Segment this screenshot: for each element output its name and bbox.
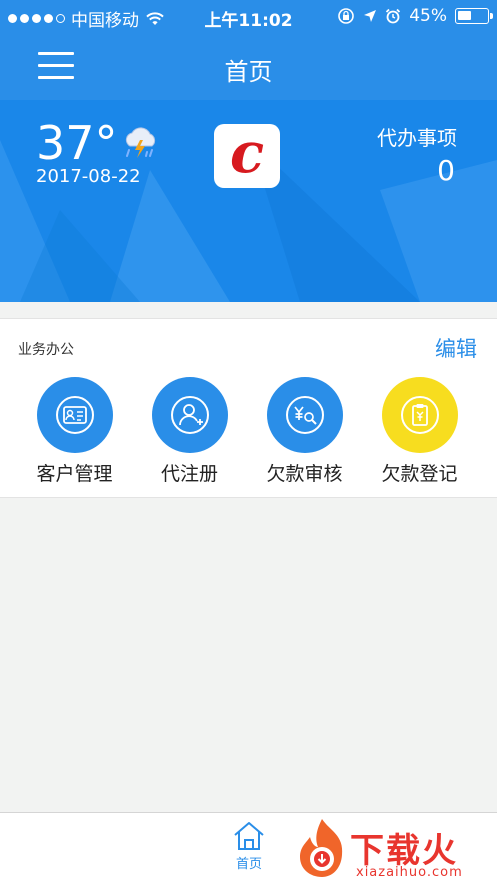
office-section: 业务办公 编辑 客户管理 代注册 欠款审核 欠款登记 <box>0 318 497 498</box>
watermark: 下载火 xiazaihuo.com <box>292 817 497 883</box>
office-item-debt-register[interactable]: 欠款登记 <box>362 377 477 486</box>
lock-rotation-icon <box>338 8 355 24</box>
nav-bar: 首页 <box>0 34 497 100</box>
office-item-label: 欠款审核 <box>266 463 343 485</box>
todo-label[interactable]: 代办事项 <box>377 122 457 151</box>
page-title: 首页 <box>224 58 273 86</box>
section-title: 业务办公 <box>18 342 74 358</box>
thunderstorm-icon <box>125 127 156 158</box>
office-item-debt-review[interactable]: 欠款审核 <box>247 377 362 486</box>
flame-logo-icon <box>300 819 343 877</box>
add-user-icon[interactable] <box>151 377 228 453</box>
status-bar: 中国移动 上午11:02 45% <box>0 0 497 34</box>
watermark-url: xiazaihuo.com <box>356 865 463 880</box>
location-arrow-icon <box>364 10 377 22</box>
battery-fill <box>458 11 471 20</box>
hero-banner: 37° 2017-08-22 c 代办事项 0 <box>0 100 497 302</box>
todo-count[interactable]: 0 <box>437 154 455 187</box>
battery-percent: 45% <box>409 6 447 26</box>
app-logo: c <box>214 124 280 188</box>
office-item-label: 欠款登记 <box>381 463 458 485</box>
office-item-label: 代注册 <box>160 463 218 485</box>
yuan-search-icon[interactable] <box>266 377 343 453</box>
status-right: 45% <box>337 6 493 26</box>
tab-bar: 首页 下载火 xiazaihuo.com <box>0 812 497 883</box>
office-item-customer-management[interactable]: 客户管理 <box>17 377 132 486</box>
temperature: 37° <box>36 116 118 170</box>
logo-letter: c <box>229 120 265 186</box>
office-grid: 客户管理 代注册 欠款审核 欠款登记 <box>0 377 497 486</box>
clipboard-yuan-icon[interactable] <box>381 377 458 453</box>
office-item-label: 客户管理 <box>36 463 113 485</box>
date: 2017-08-22 <box>36 166 141 187</box>
office-item-proxy-register[interactable]: 代注册 <box>132 377 247 486</box>
alarm-icon <box>386 8 401 24</box>
home-icon <box>234 822 264 850</box>
edit-button[interactable]: 编辑 <box>435 333 477 363</box>
customer-card-icon[interactable] <box>36 377 113 453</box>
tab-home[interactable]: 首页 <box>224 821 274 872</box>
tab-home-label: 首页 <box>235 857 262 872</box>
battery-icon <box>455 8 493 24</box>
